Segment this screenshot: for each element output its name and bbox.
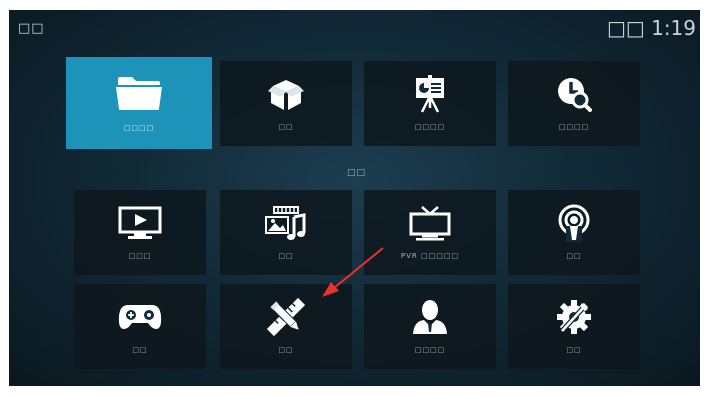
media-center-home: □□ □□ 1:19 □□□□ □□ □□□□ □□□□ □□ □□□ □□ P… (9, 10, 700, 386)
annotation-arrow (322, 247, 384, 297)
